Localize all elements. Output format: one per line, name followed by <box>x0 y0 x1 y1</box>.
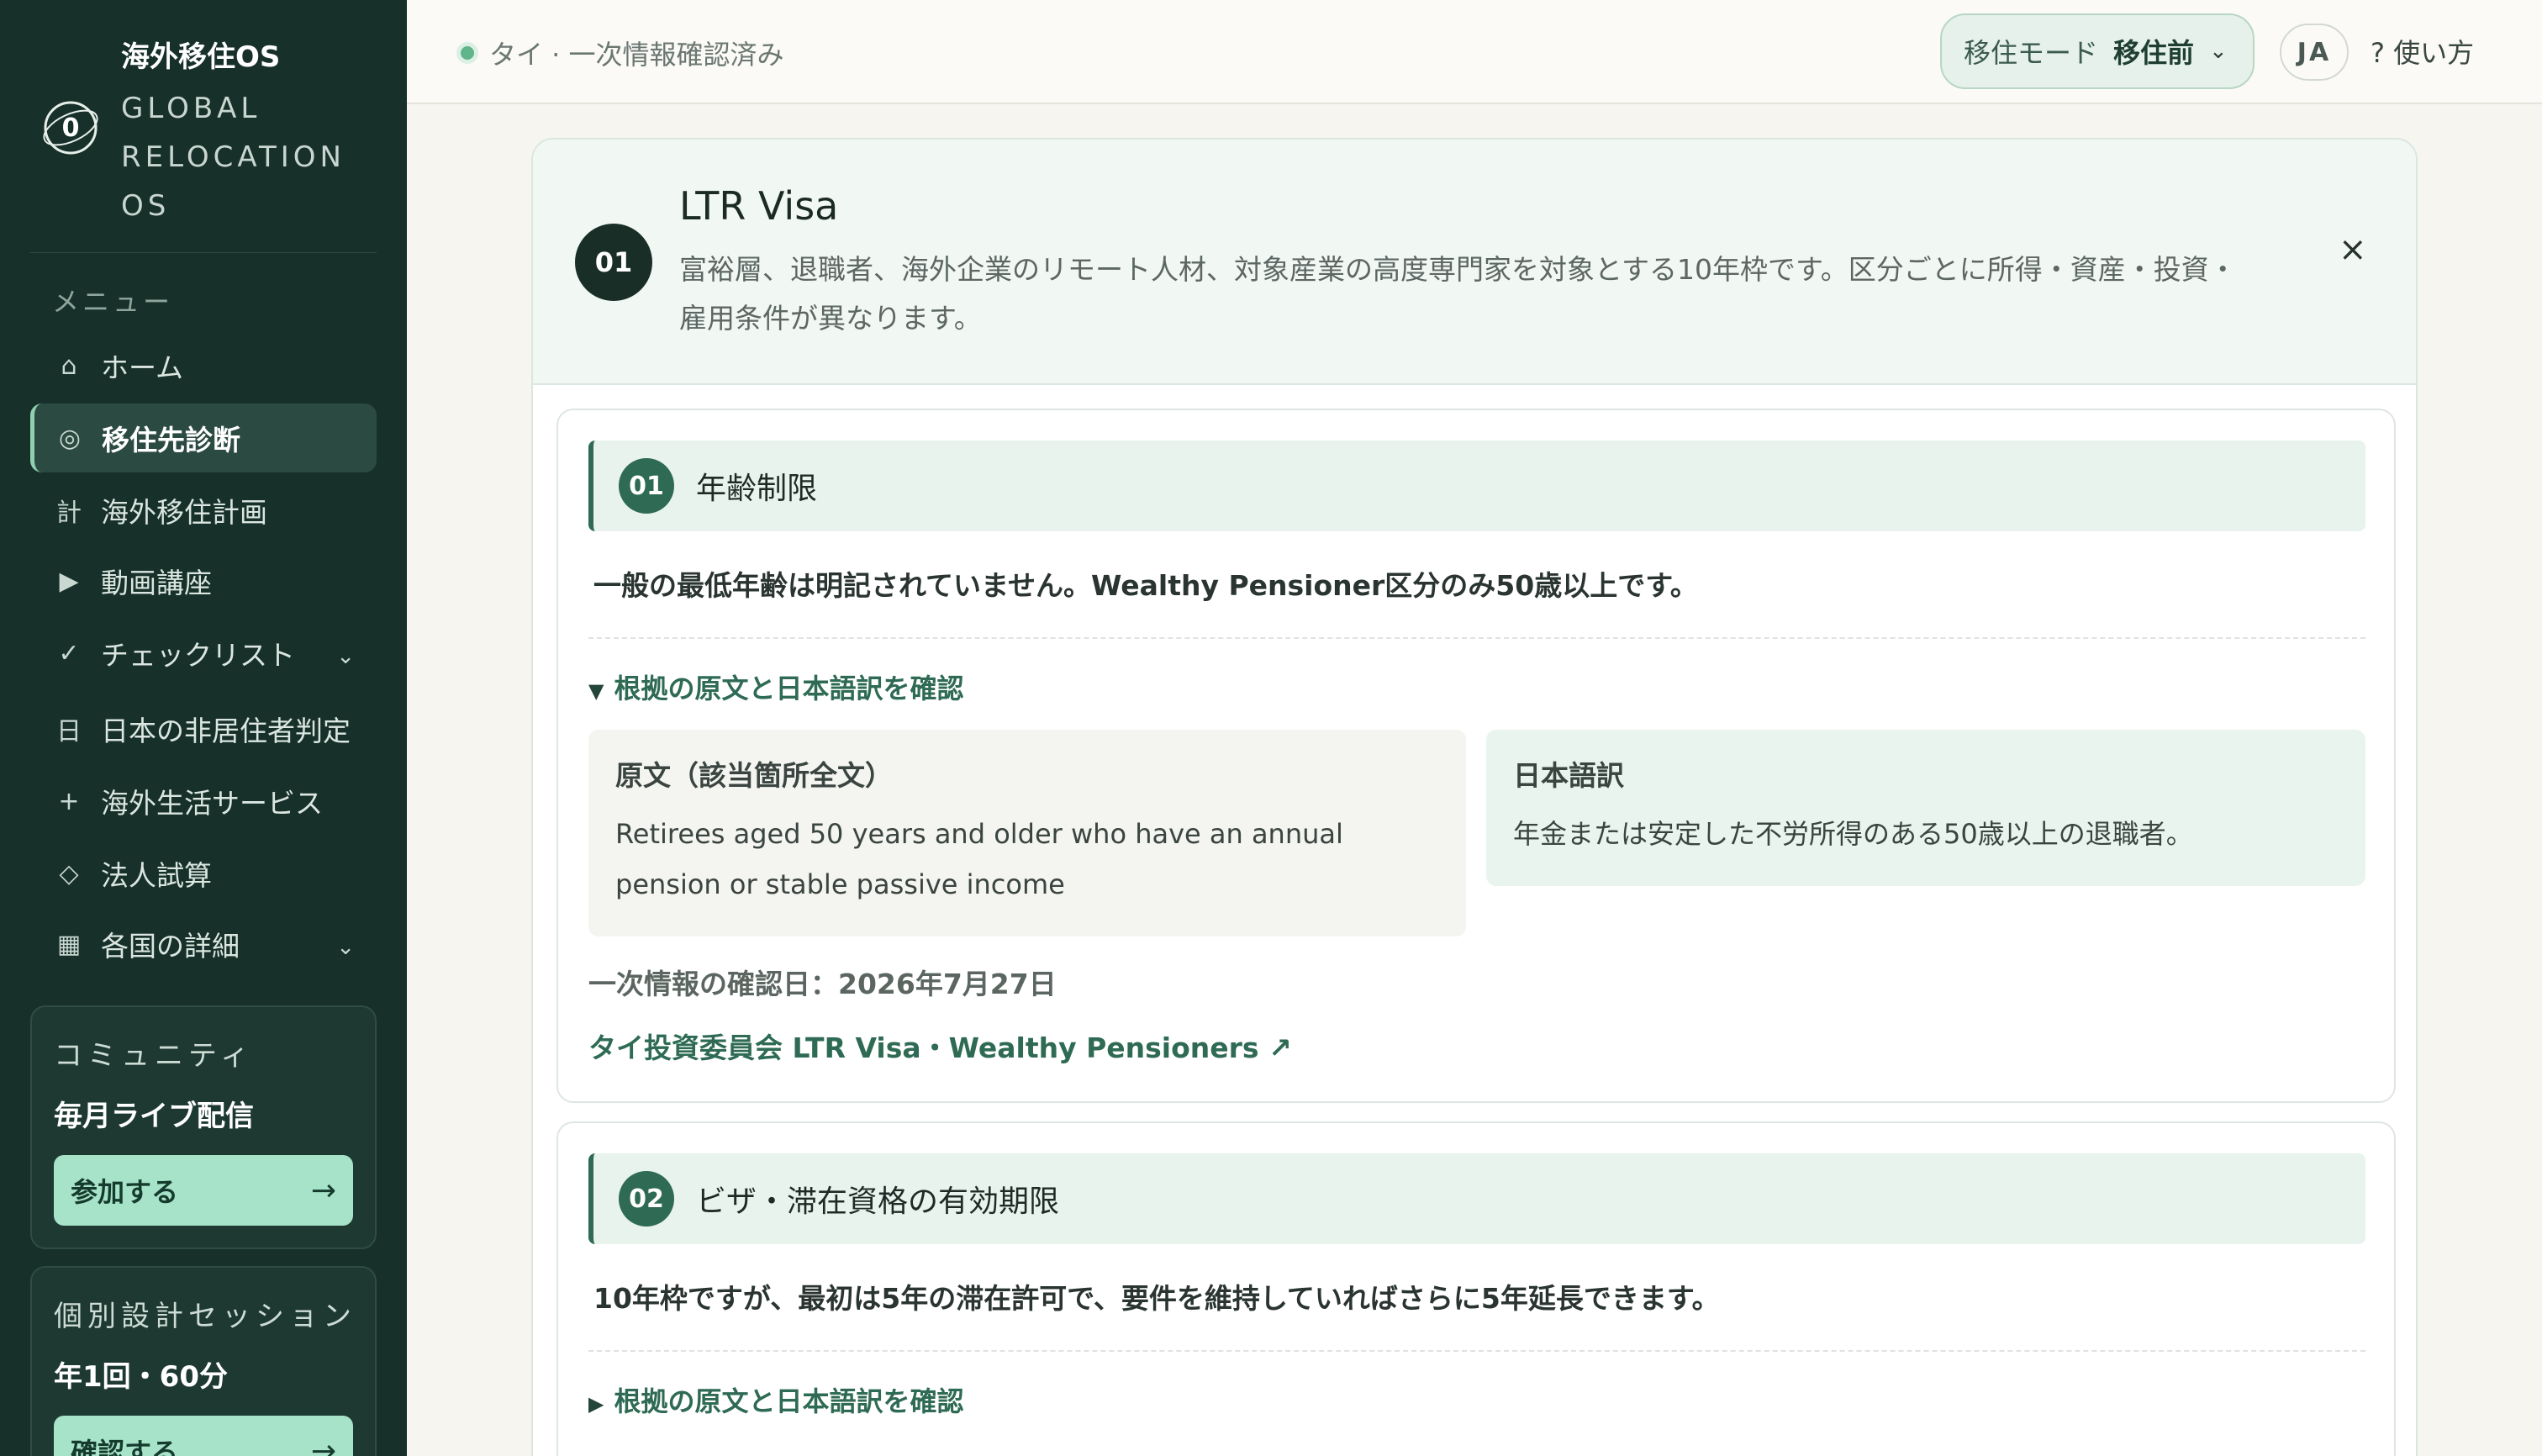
community-card: コミュニティ 毎月ライブ配信 参加する → <box>30 1005 377 1249</box>
panel-title: LTR Visa <box>679 183 839 229</box>
sidebar-item-destination-diagnosis[interactable]: ◎ 移住先診断 <box>30 404 377 472</box>
panel-description: 富裕層、退職者、海外企業のリモート人材、対象産業の高度専門家を対象とする10年枠… <box>679 253 2237 335</box>
source-text: Retirees aged 50 years and older who hav… <box>615 818 1343 900</box>
requirement-section-validity: 02 ビザ・滞在資格の有効期限 10年枠ですが、最初は5年の滞在許可で、要件を維… <box>556 1121 2396 1456</box>
help-link[interactable]: ? 使い方 <box>2371 32 2474 71</box>
home-icon: ⌂ <box>61 351 77 381</box>
language-button[interactable]: JA <box>2280 24 2349 81</box>
check-icon: ✓ <box>58 638 80 668</box>
sidebar-item-label: 日本の非居住者判定 <box>101 715 351 747</box>
source-label: 原文（該当箇所全文） <box>615 759 893 792</box>
sidebar-item-label: チェックリスト <box>101 639 295 672</box>
status-text: タイ · 一次情報確認済み <box>489 39 784 71</box>
session-caption: 個別設計セッション <box>54 1300 356 1333</box>
verification-status: タイ · 一次情報確認済み <box>461 34 784 72</box>
sidebar-item-label: ホーム <box>101 351 184 384</box>
target-icon: ◎ <box>58 423 82 453</box>
sidebar: 海外移住OS 0 GLOBAL RELOCATION OS メニュー ⌂ ホーム… <box>0 0 407 1456</box>
arrow-right-icon: → <box>310 1433 336 1456</box>
triangle-right-icon: ▶ <box>588 1392 604 1416</box>
section-number-badge: 01 <box>619 458 674 514</box>
evidence-toggle-label: 根拠の原文と日本語訳を確認 <box>614 1385 964 1417</box>
sidebar-item-label: 各国の詳細 <box>101 930 240 963</box>
sidebar-item-video-course[interactable]: ▶ 動画講座 <box>30 546 377 615</box>
triangle-down-icon: ▼ <box>588 679 604 703</box>
sidebar-item-label: 移住先診断 <box>102 424 240 456</box>
source-link[interactable]: タイ投資委員会 LTR Visa・Wealthy Pensioners ↗ <box>588 1026 1292 1066</box>
requirement-section-age: 01 年齢制限 一般の最低年齢は明記されていません。Wealthy Pensio… <box>556 409 2396 1103</box>
community-caption: コミュニティ <box>54 1039 254 1073</box>
chevron-down-icon: ⌄ <box>2209 39 2228 64</box>
sidebar-divider <box>30 252 377 253</box>
section-divider <box>588 1350 2365 1352</box>
section-header: 01 年齢制限 <box>588 440 2365 531</box>
mode-value: 移住前 <box>2113 37 2195 69</box>
brand-name: 海外移住OS <box>121 40 281 74</box>
status-dot-icon <box>461 46 474 60</box>
evidence-toggle[interactable]: ▼ 根拠の原文と日本語訳を確認 <box>588 667 963 706</box>
logo-letter: 0 <box>62 113 80 143</box>
sidebar-item-living-services[interactable]: + 海外生活サービス <box>30 767 377 836</box>
section-summary: 一般の最低年齢は明記されていません。Wealthy Pensioner区分のみ5… <box>593 569 1698 602</box>
diamond-icon: ◇ <box>59 858 79 889</box>
sidebar-item-label: 法人試算 <box>101 859 212 892</box>
visa-detail-panel: 01 LTR Visa 富裕層、退職者、海外企業のリモート人材、対象産業の高度専… <box>531 138 2418 1456</box>
panel-number-badge: 01 <box>575 224 652 301</box>
evidence-toggle[interactable]: ▶ 根拠の原文と日本語訳を確認 <box>588 1380 963 1419</box>
translation-box: 日本語訳 年金または安定した不労所得のある50歳以上の退職者。 <box>1486 730 2365 886</box>
sidebar-item-label: 海外移住計画 <box>101 496 267 529</box>
menu-caption: メニュー <box>52 286 174 318</box>
section-title: ビザ・滞在資格の有効期限 <box>696 1184 1060 1219</box>
sidebar-item-home[interactable]: ⌂ ホーム <box>30 331 377 400</box>
close-icon[interactable]: × <box>2339 230 2367 269</box>
grid-icon: ▦ <box>56 929 82 959</box>
topbar: タイ · 一次情報確認済み 移住モード 移住前 ⌄ JA ? 使い方 <box>407 0 2542 104</box>
join-button[interactable]: 参加する → <box>54 1155 353 1226</box>
sidebar-item-relocation-plan[interactable]: 計 海外移住計画 <box>30 476 377 545</box>
translation-text: 年金または安定した不労所得のある50歳以上の退職者。 <box>1513 818 2193 850</box>
confirm-button[interactable]: 確認する → <box>54 1416 353 1456</box>
brand-subtitle: GLOBAL RELOCATION OS <box>121 92 345 223</box>
confirm-button-label: 確認する <box>71 1437 179 1456</box>
evidence-toggle-label: 根拠の原文と日本語訳を確認 <box>614 673 964 704</box>
translation-label: 日本語訳 <box>1513 759 1624 792</box>
plan-icon: 計 <box>56 499 82 528</box>
arrow-right-icon: → <box>310 1173 336 1208</box>
session-title: 年1回・60分 <box>54 1360 228 1394</box>
source-text-box: 原文（該当箇所全文） Retirees aged 50 years and ol… <box>588 730 1466 936</box>
sidebar-item-corporate-estimate[interactable]: ◇ 法人試算 <box>30 839 377 908</box>
chevron-down-icon: ⌄ <box>336 644 355 669</box>
confirmation-date: 一次情報の確認日：2026年7月27日 <box>588 968 1057 1000</box>
section-summary: 10年枠ですが、最初は5年の滞在許可で、要件を維持していればさらに5年延長できま… <box>593 1282 1720 1315</box>
mode-label: 移住モード <box>1964 37 2099 69</box>
sidebar-item-label: 海外生活サービス <box>101 787 323 820</box>
session-card: 個別設計セッション 年1回・60分 確認する → <box>30 1266 377 1456</box>
section-number-badge: 02 <box>619 1171 674 1227</box>
sidebar-item-nonresident-check[interactable]: 日 日本の非居住者判定 <box>30 694 377 763</box>
section-header: 02 ビザ・滞在資格の有効期限 <box>588 1153 2365 1244</box>
join-button-label: 参加する <box>71 1176 179 1208</box>
relocation-mode-selector[interactable]: 移住モード 移住前 ⌄ <box>1940 13 2255 89</box>
globe-logo-icon: 0 <box>43 101 98 155</box>
plus-icon: + <box>58 786 80 816</box>
calendar-icon: 日 <box>56 717 82 746</box>
play-icon: ▶ <box>59 566 79 596</box>
panel-header: 01 LTR Visa 富裕層、退職者、海外企業のリモート人材、対象産業の高度専… <box>533 140 2416 385</box>
section-divider <box>588 637 2365 639</box>
sidebar-item-checklist[interactable]: ✓ チェックリスト ⌄ <box>30 619 377 688</box>
chevron-down-icon: ⌄ <box>336 935 355 960</box>
section-title: 年齢制限 <box>696 472 818 506</box>
community-title: 毎月ライブ配信 <box>54 1100 254 1133</box>
sidebar-item-country-details[interactable]: ▦ 各国の詳細 ⌄ <box>30 910 377 979</box>
sidebar-item-label: 動画講座 <box>101 567 212 599</box>
